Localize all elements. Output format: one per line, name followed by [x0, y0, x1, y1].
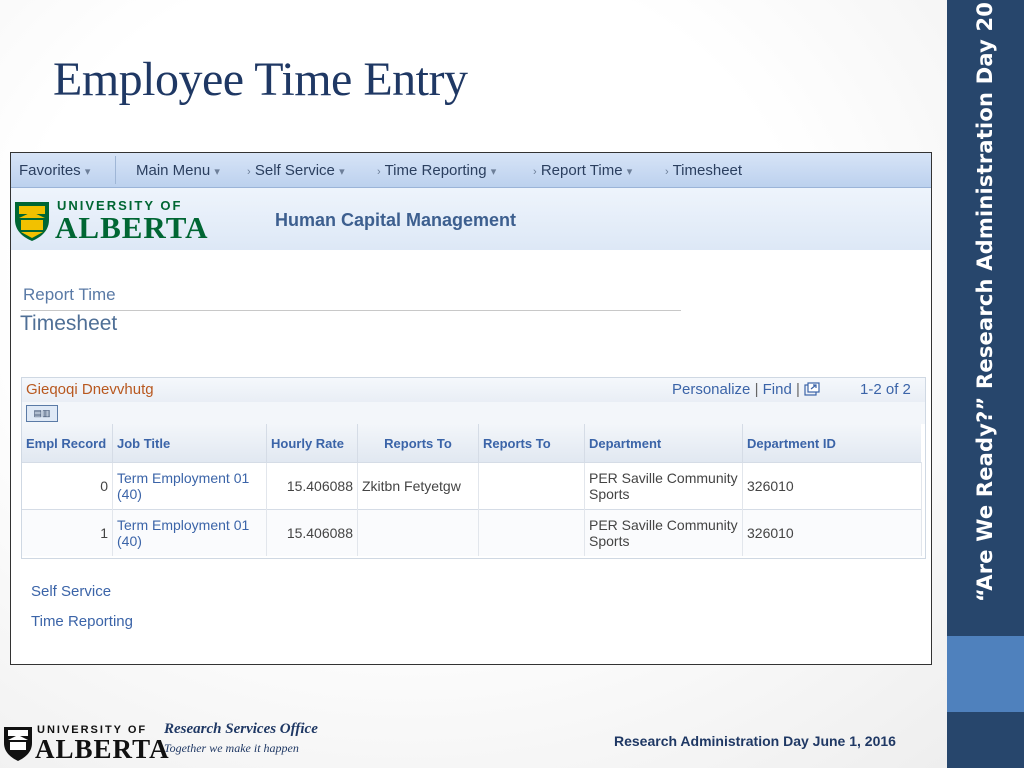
hourly-rate-cell: 15.406088	[266, 462, 358, 510]
find-link[interactable]: Find	[763, 381, 792, 398]
dropdown-arrow-icon: ▾	[339, 166, 345, 178]
column-header[interactable]: Department ID	[742, 424, 921, 463]
footer-logo-alberta-text: ALBERTA	[35, 734, 170, 764]
breadcrumb[interactable]: Report Time	[23, 285, 116, 305]
chevron-right-icon: ›	[247, 166, 251, 178]
dropdown-arrow-icon: ▾	[490, 166, 497, 178]
nav-main-menu[interactable]: Main Menu ▾	[136, 162, 220, 179]
table-row: 1 Term Employment 01 (40) 15.406088 PER …	[22, 509, 922, 556]
footer-office: Research Services Office	[164, 721, 318, 737]
table-header-row: Empl Record Job Title Hourly Rate Report…	[22, 424, 921, 463]
right-sidebar: “Are We Ready?” Research Administration …	[947, 0, 1024, 768]
time-reporting-link[interactable]: Time Reporting	[31, 613, 133, 630]
app-header: UNIVERSITY OF ALBERTA Human Capital Mana…	[11, 188, 931, 250]
ua-logo: UNIVERSITY OF ALBERTA	[13, 196, 213, 245]
personalize-link[interactable]: Personalize	[672, 381, 750, 398]
ua-crest-icon	[15, 202, 49, 241]
nav-report-time[interactable]: › Report Time ▾	[533, 162, 632, 179]
department-cell: PER Saville Community Sports	[584, 509, 743, 556]
nav-favorites[interactable]: Favorites ▾	[19, 162, 90, 179]
job-title-link[interactable]: Term Employment 01 (40)	[112, 509, 267, 556]
column-header[interactable]: Job Title	[112, 424, 267, 463]
jobs-table: Empl Record Job Title Hourly Rate Report…	[22, 424, 922, 556]
empl-record-cell: 0	[22, 462, 113, 510]
nav-time-reporting[interactable]: › Time Reporting ▾	[377, 162, 496, 179]
department-id-cell: 326010	[742, 462, 922, 510]
employee-name: Gieqoqi Dnevvhutg	[26, 381, 154, 398]
reports-to-cell: Zkitbn Fetyetgw	[357, 462, 479, 510]
department-cell: PER Saville Community Sports	[584, 462, 743, 510]
footer-ua-logo: UNIVERSITY OF ALBERTA	[3, 722, 169, 764]
reports-to-cell	[357, 509, 479, 556]
page-title: Timesheet	[20, 312, 118, 335]
dropdown-arrow-icon: ▾	[84, 166, 91, 178]
grid-toolbar: ▤▥	[22, 402, 925, 424]
reports-to-name-cell	[478, 462, 585, 510]
footer-date: Research Administration Day June 1, 2016	[614, 733, 896, 749]
grid-view-icon[interactable]: ▤▥	[26, 405, 58, 422]
footer-motto: Together we make it happen	[164, 741, 299, 755]
row-count: 1-2 of 2	[860, 381, 911, 398]
department-id-cell: 326010	[742, 509, 922, 556]
dropdown-arrow-icon: ▾	[626, 166, 633, 178]
column-header[interactable]: Hourly Rate	[266, 424, 358, 463]
empl-record-cell: 1	[22, 509, 113, 556]
employee-jobs-grid: Gieqoqi Dnevvhutg Personalize | Find | 1…	[21, 377, 926, 559]
logo-alberta-text: ALBERTA	[55, 210, 209, 245]
reports-to-name-cell	[478, 509, 585, 556]
slide-title: Employee Time Entry	[53, 53, 468, 106]
grid-header-bar: Gieqoqi Dnevvhutg Personalize | Find | 1…	[22, 378, 925, 402]
nav-bar: Favorites ▾ Main Menu ▾ › Self Service ▾…	[11, 153, 931, 188]
divider	[21, 310, 681, 311]
table-row: 0 Term Employment 01 (40) 15.406088 Zkit…	[22, 462, 922, 510]
hourly-rate-cell: 15.406088	[266, 509, 358, 556]
sidebar-vertical-text: “Are We Ready?” Research Administration …	[973, 0, 997, 602]
chevron-right-icon: ›	[665, 166, 669, 178]
peoplesoft-screenshot: Favorites ▾ Main Menu ▾ › Self Service ▾…	[10, 152, 932, 665]
chevron-right-icon: ›	[533, 166, 537, 178]
column-header[interactable]: Empl Record	[22, 424, 113, 463]
ua-crest-icon	[4, 727, 32, 761]
chevron-right-icon: ›	[377, 166, 381, 178]
column-header[interactable]: Reports To	[478, 424, 585, 463]
sidebar-accent-band	[947, 636, 1024, 712]
view-all-icon[interactable]	[804, 382, 820, 396]
column-header[interactable]: Department	[584, 424, 743, 463]
self-service-link[interactable]: Self Service	[31, 583, 111, 600]
nav-timesheet[interactable]: › Timesheet	[665, 162, 742, 179]
nav-separator	[115, 156, 116, 184]
column-header[interactable]: Reports To	[357, 424, 479, 463]
grid-links: Personalize | Find |	[672, 381, 820, 398]
job-title-link[interactable]: Term Employment 01 (40)	[112, 462, 267, 510]
dropdown-arrow-icon: ▾	[214, 166, 220, 178]
app-title: Human Capital Management	[275, 210, 517, 230]
nav-self-service[interactable]: › Self Service ▾	[247, 162, 345, 179]
